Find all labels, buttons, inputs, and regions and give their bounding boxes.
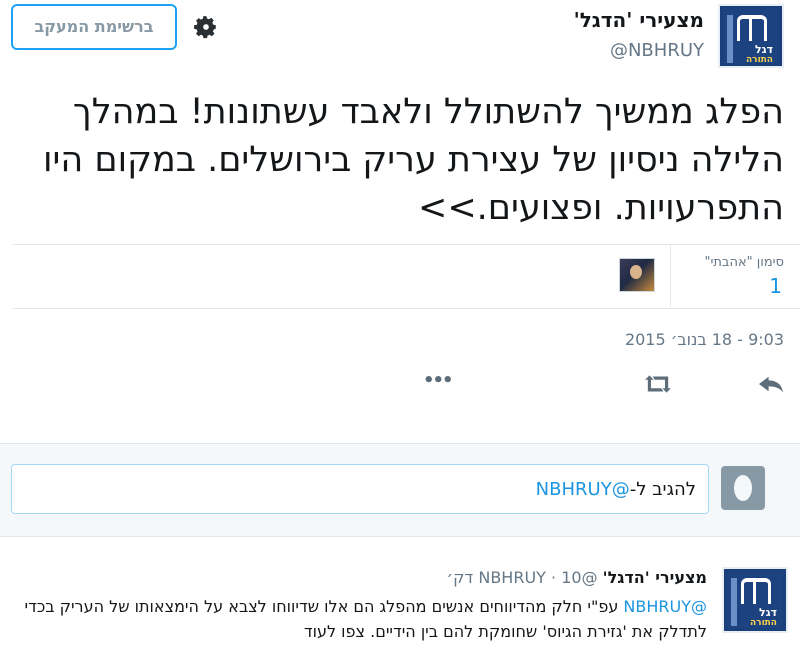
logo-subtext: התורה [745, 55, 773, 65]
reply-author-name[interactable]: מצעירי 'הדגל' [603, 568, 707, 587]
gear-icon[interactable] [193, 14, 219, 40]
reply-tweet-header: מצעירי 'הדגל' @NBHRUY · 10 דק׳ [447, 568, 707, 587]
reply-prefix: להגיב ל- [629, 479, 696, 500]
stat-divider [670, 245, 671, 307]
reply-tweet-mention[interactable]: @NBHRUY [623, 597, 707, 616]
divider [12, 308, 800, 309]
reply-icon[interactable] [756, 372, 786, 396]
reply-tweet-text: @NBHRUY עפ"י חלק מהדיווחים אנשים מהפלג ה… [8, 594, 708, 644]
divider [12, 244, 800, 245]
retweet-icon[interactable] [643, 372, 673, 396]
separator: · [551, 568, 557, 587]
likes-count[interactable]: 1 [769, 274, 782, 298]
reply-tweet-body: עפ"י חלק מהדיווחים אנשים מהפלג הם אלו שד… [24, 597, 708, 641]
logo-icon: דגל התורה [727, 572, 783, 628]
reply-mention: @NBHRUY [535, 479, 630, 500]
reply-author-avatar[interactable]: דגל התורה [722, 567, 788, 633]
reply-input[interactable]: להגיב ל-@NBHRUY [11, 464, 709, 514]
tweet-text: הפלג ממשיך להשתולל ולאבד עשתונות! במהלך … [43, 92, 784, 228]
display-name[interactable]: מצעירי 'הדגל' [574, 8, 704, 32]
logo-subtext: התורה [749, 618, 777, 628]
likes-label[interactable]: סימון "אהבתי" [705, 255, 785, 270]
following-button[interactable]: ברשימת המעקב [11, 4, 177, 50]
liker-avatar[interactable] [619, 258, 655, 292]
profile-avatar[interactable]: דגל התורה [718, 4, 784, 68]
logo-icon: דגל התורה [723, 9, 779, 65]
user-handle[interactable]: @NBHRUY [610, 40, 704, 61]
tweet-timestamp[interactable]: 9:03 - 18 בנוב׳ 2015 [625, 330, 784, 349]
more-icon[interactable]: ••• [423, 370, 454, 394]
my-avatar[interactable] [721, 466, 765, 510]
